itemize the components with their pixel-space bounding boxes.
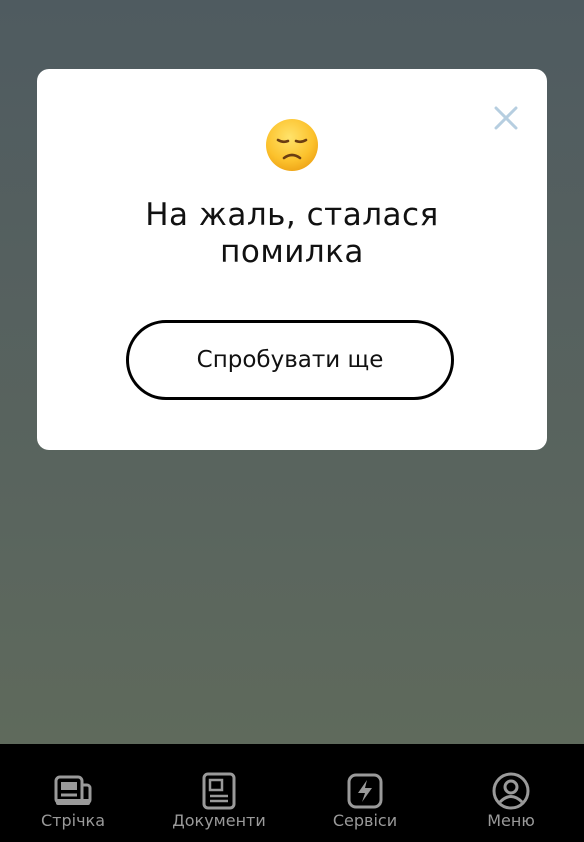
tab-documents[interactable]: Документи xyxy=(146,744,292,842)
tab-menu-label: Меню xyxy=(487,811,535,830)
tab-services-label: Сервіси xyxy=(332,811,398,830)
tab-menu[interactable]: Меню xyxy=(438,744,584,842)
close-icon xyxy=(494,106,518,130)
tab-services[interactable]: Сервіси xyxy=(292,744,438,842)
documents-icon xyxy=(202,772,236,810)
tab-feed[interactable]: Стрічка xyxy=(0,744,146,842)
tab-documents-label: Документи xyxy=(172,811,266,830)
close-button[interactable] xyxy=(491,103,521,133)
disappointed-face-icon xyxy=(266,119,318,171)
retry-button[interactable]: Спробувати ще xyxy=(126,320,454,400)
profile-icon xyxy=(492,772,530,810)
bottom-tab-bar: Стрічка Документи Сервіси Меню xyxy=(0,744,584,842)
services-icon xyxy=(347,773,383,809)
feed-icon xyxy=(54,775,92,805)
error-dialog: На жаль, сталася помилка Спробувати ще xyxy=(37,69,547,450)
error-title: На жаль, сталася помилка xyxy=(97,197,487,271)
tab-feed-label: Стрічка xyxy=(40,811,105,830)
error-title-line-2: помилка xyxy=(220,234,364,270)
error-title-line-1: На жаль, сталася xyxy=(145,197,439,233)
